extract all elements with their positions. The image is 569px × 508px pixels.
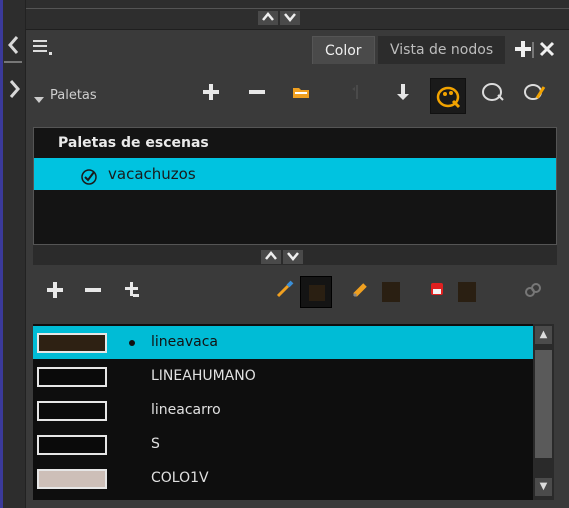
color-list-item[interactable]: lineacarro	[33, 394, 533, 427]
folder-icon[interactable]	[288, 81, 314, 111]
color-swatch	[37, 401, 107, 421]
palettes-title: Paletas	[50, 88, 97, 103]
color-list: lineavaca LINEAHUMANO lineacarro S COLO1V	[33, 324, 554, 500]
color-list-item[interactable]: S	[33, 428, 533, 461]
checkmark-icon[interactable]	[80, 165, 98, 185]
tab-color[interactable]: Color	[312, 36, 375, 64]
add-palette-button[interactable]	[198, 81, 224, 111]
color-name: LINEAHUMANO	[151, 368, 256, 384]
scroll-down-icon[interactable]: ▼	[535, 478, 552, 496]
top-splitter[interactable]	[256, 8, 330, 25]
color-name: lineavaca	[151, 334, 218, 350]
panel-header: Color Vista de nodos	[26, 30, 569, 70]
remove-palette-button[interactable]	[244, 81, 270, 111]
chevron-up-icon[interactable]	[261, 250, 281, 264]
paint-icon[interactable]	[424, 278, 450, 308]
color-swatch	[37, 367, 107, 387]
color-swatch	[37, 469, 107, 489]
strip-divider	[4, 61, 22, 63]
color-name: S	[151, 436, 160, 452]
chevron-down-icon[interactable]	[283, 250, 303, 264]
plus-icon[interactable]	[514, 40, 532, 58]
scrollbar-thumb[interactable]	[535, 350, 552, 458]
remove-color-button[interactable]	[80, 278, 106, 308]
current-style-dot-icon	[129, 340, 135, 346]
chevron-right-icon[interactable]	[6, 78, 22, 100]
top-panel-bar	[26, 0, 569, 30]
palette-edit-icon[interactable]	[520, 81, 550, 111]
color-list-item[interactable]: lineavaca	[33, 326, 533, 359]
color-swatch	[37, 435, 107, 455]
brush-swatch-frame[interactable]	[300, 276, 332, 308]
arrow-down-icon[interactable]	[390, 81, 416, 111]
pencil-icon[interactable]	[348, 278, 374, 308]
middle-splitter[interactable]	[259, 247, 333, 264]
pencil-color-swatch[interactable]	[382, 282, 400, 302]
color-list-item[interactable]: LINEAHUMANO	[33, 360, 533, 393]
brush-icon[interactable]	[272, 278, 298, 308]
tab-vista-de-nodos[interactable]: Vista de nodos	[378, 36, 506, 64]
color-list-item[interactable]: COLO1V	[33, 462, 533, 495]
middle-splitter-bar	[33, 245, 557, 265]
palette-item-vacachuzos[interactable]: vacachuzos	[34, 158, 556, 190]
color-name: lineacarro	[151, 402, 221, 418]
add-color-button[interactable]	[42, 278, 68, 308]
menu-icon[interactable]	[32, 38, 54, 58]
close-icon[interactable]	[538, 40, 556, 58]
color-name: COLO1V	[151, 470, 209, 486]
paint-color-swatch[interactable]	[458, 282, 476, 302]
header-separator	[532, 42, 534, 58]
chevron-left-icon[interactable]	[6, 34, 22, 56]
scene-palettes-header: Paletas de escenas	[58, 135, 209, 151]
hand-icon[interactable]	[344, 81, 370, 111]
scroll-up-icon[interactable]: ▲	[535, 326, 552, 344]
color-swatch	[37, 333, 107, 353]
clone-icon[interactable]	[120, 278, 146, 308]
palette-outline-icon[interactable]	[478, 81, 508, 111]
colors-toolbar	[26, 266, 569, 318]
scene-palettes-panel: Paletas de escenas vacachuzos	[33, 127, 557, 245]
brush-color-swatch	[309, 285, 325, 301]
palettes-toolbar: Paletas	[26, 70, 569, 122]
palette-icon[interactable]	[430, 78, 466, 114]
left-dock-edge	[0, 0, 3, 508]
chevron-up-icon[interactable]	[258, 11, 278, 25]
palette-item-label: vacachuzos	[108, 165, 196, 183]
link-icon[interactable]	[520, 278, 546, 308]
chevron-down-icon[interactable]	[280, 11, 300, 25]
left-dock-strip	[0, 0, 26, 508]
color-list-scrollbar[interactable]: ▲ ▼	[533, 324, 554, 500]
collapse-triangle-icon[interactable]	[34, 90, 44, 103]
